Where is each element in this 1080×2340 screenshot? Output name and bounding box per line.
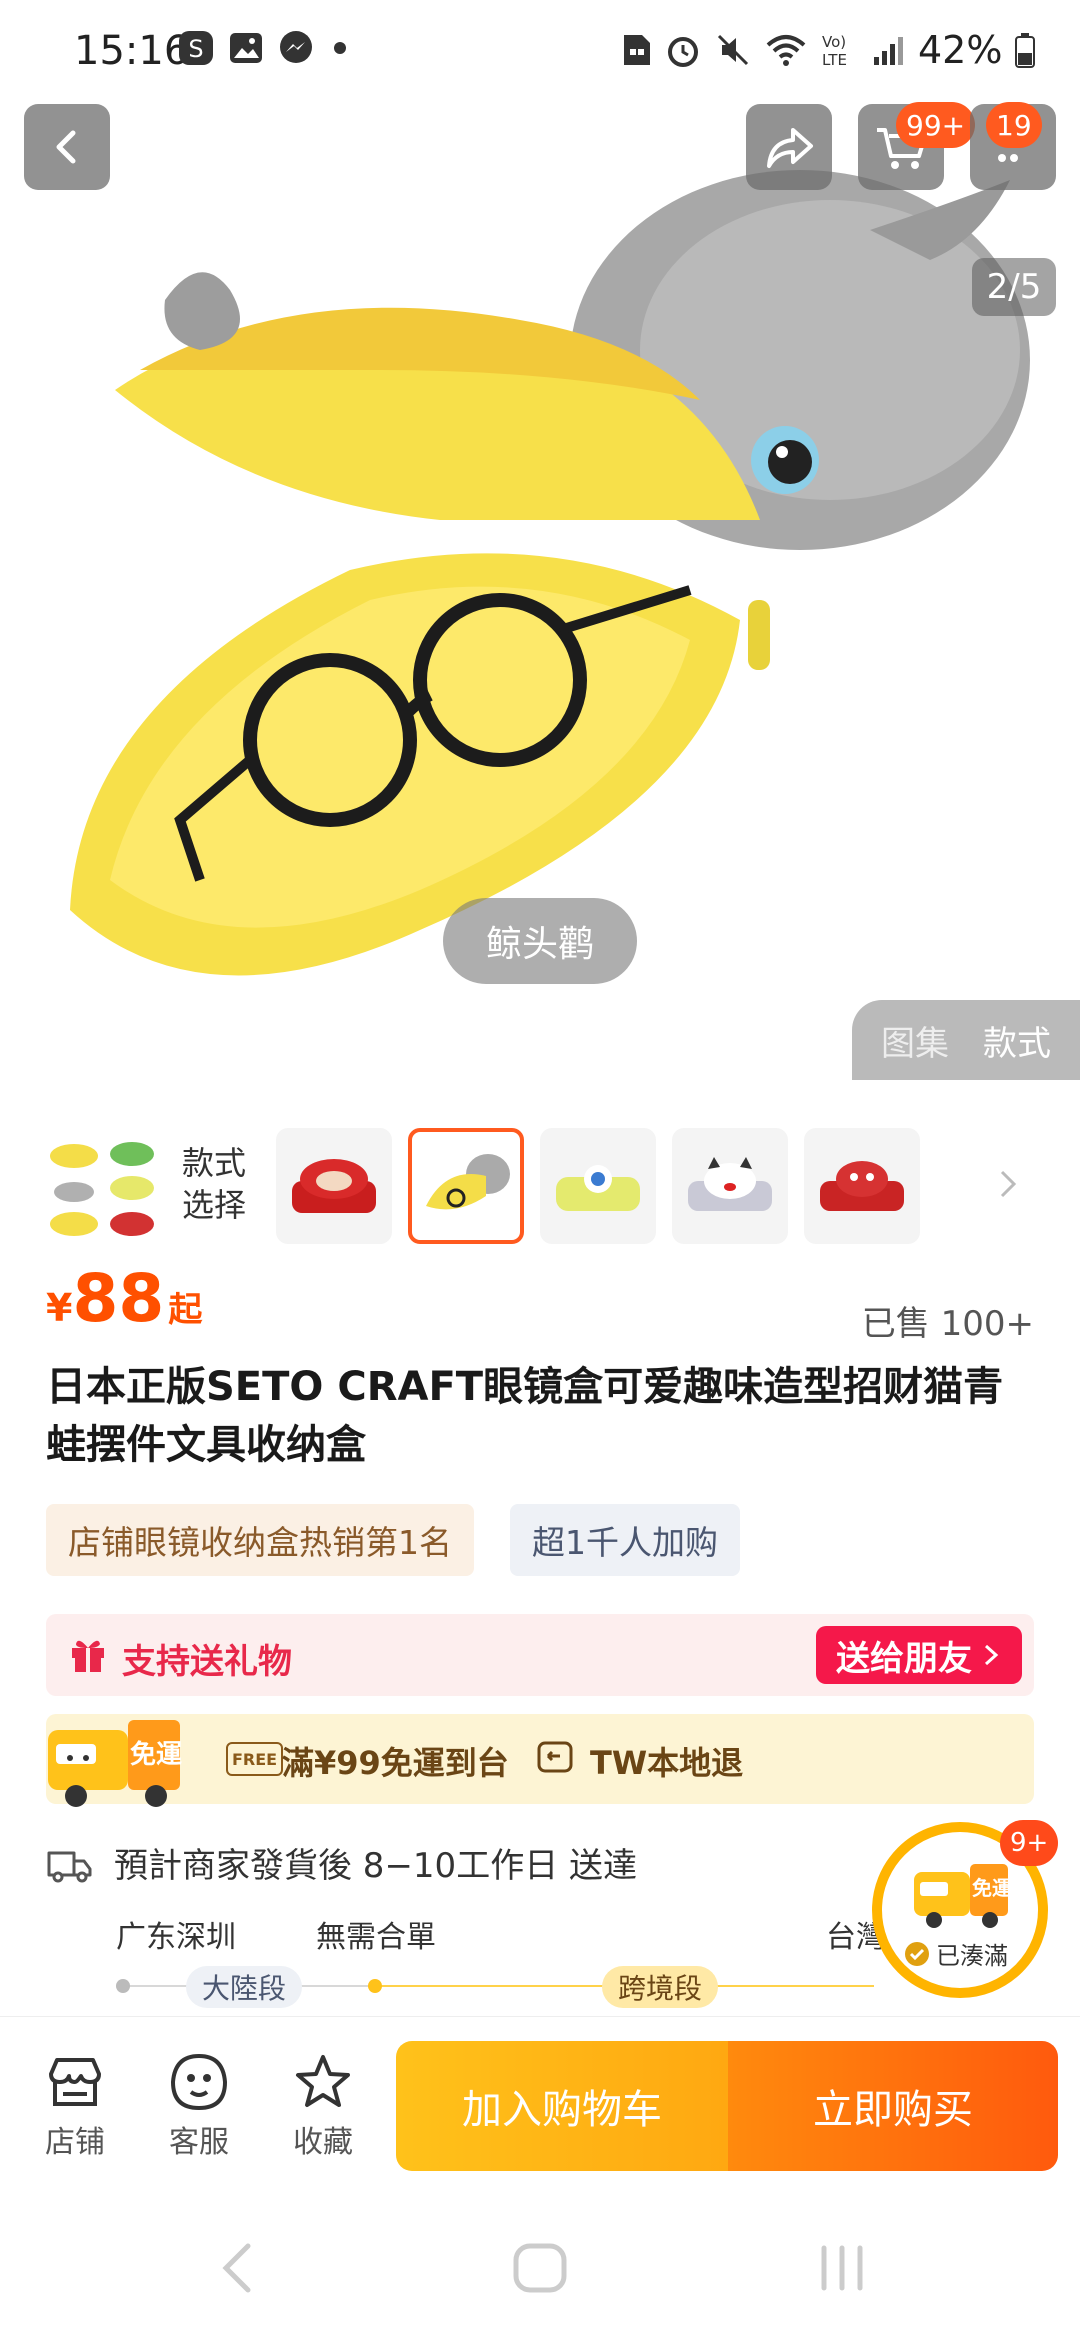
gift-bar: 支持送礼物 送给朋友 (46, 1614, 1034, 1696)
samsung-icon: S (178, 30, 214, 66)
home-nav-icon[interactable] (510, 2240, 570, 2296)
chevron-right-icon (1000, 1170, 1017, 1198)
buy-now-button[interactable]: 立即购买 (728, 2041, 1058, 2171)
segment-cross-border: 跨境段 (602, 1966, 719, 2008)
chevron-left-icon (56, 130, 76, 164)
svg-text:LTE: LTE (822, 51, 847, 69)
free-shipping-status: 已湊滿 (904, 1936, 1008, 1971)
add-to-cart-button[interactable]: 加入购物车 (396, 2041, 728, 2171)
image-caption: 鲸头鹳 (443, 898, 637, 984)
back-nav-icon[interactable] (214, 2240, 264, 2296)
sim-icon (620, 31, 652, 69)
variant-thumb-daruma[interactable] (276, 1128, 392, 1244)
variant-label-line2: 选择 (182, 1186, 247, 1224)
product-title: 日本正版SETO CRAFT眼镜盒可爱趣味造型招财猫青蛙摆件文具收纳盒 (46, 1364, 1004, 1468)
route-dot-transit (368, 1979, 382, 1993)
bottom-action-bar: 店铺 客服 收藏 加入购物车 立即购买 (0, 2016, 1080, 2187)
share-icon (767, 128, 813, 168)
variant-label-line1: 款式 (182, 1144, 247, 1182)
send-to-friend-label: 送给朋友 (836, 1638, 972, 1679)
dot-icon (328, 30, 352, 66)
image-counter: 2/5 (972, 258, 1056, 316)
variant-image (556, 1165, 640, 1211)
star-icon (278, 2047, 368, 2117)
check-circle-icon (905, 1941, 929, 1966)
route-origin: 广东深圳 (116, 1920, 236, 1955)
variant-collage-image (50, 1142, 154, 1236)
float-badge: 9+ (1000, 1820, 1059, 1866)
service-label: 客服 (169, 2125, 229, 2160)
tab-gallery[interactable]: 图集 (881, 1016, 949, 1065)
variant-thumb-monster[interactable] (540, 1128, 656, 1244)
battery-percent: 42% (918, 28, 1003, 72)
truck-label: 免運 (130, 1740, 183, 1770)
price-suffix: 起 (168, 1290, 203, 1330)
local-return-text: TW本地退 (590, 1744, 744, 1782)
delivery-truck-icon (47, 1851, 92, 1882)
wifi-icon (764, 31, 808, 69)
tab-style[interactable]: 款式 (983, 1016, 1051, 1065)
store-button[interactable]: 店铺 (30, 2047, 120, 2161)
system-navigation-bar (0, 2190, 1080, 2340)
truck-label: 免運 (972, 1876, 1012, 1900)
store-icon (30, 2047, 120, 2117)
delivery-text: 預計商家發貨後 8−10工作日 送達 (114, 1846, 637, 1886)
variant-more-button[interactable] (994, 1164, 1024, 1208)
svg-text:S: S (188, 35, 203, 63)
status-time: 15:16 (74, 28, 190, 74)
price-currency: ¥ (46, 1286, 73, 1330)
variant-thumb-dragon[interactable] (804, 1128, 920, 1244)
segment-mainland: 大陸段 (186, 1966, 303, 2008)
status-bar: 15:16 S Vo) LTE 42% (0, 0, 1080, 100)
gallery-tabs: 图集 款式 (852, 1000, 1080, 1080)
store-label: 店铺 (45, 2125, 105, 2160)
favorite-label: 收藏 (293, 2125, 353, 2160)
free-shipping-icon: FREE (226, 1742, 284, 1776)
favorite-button[interactable]: 收藏 (278, 2047, 368, 2161)
chevron-right-icon (984, 1644, 999, 1666)
shipping-bar[interactable]: 免運 FREE 滿¥99免運到台 TW本地退 (46, 1714, 1034, 1807)
variant-image (426, 1154, 510, 1210)
message-badge: 19 (986, 102, 1042, 148)
back-button[interactable] (24, 104, 110, 190)
route-dot-origin (116, 1979, 130, 1993)
variant-selector: 款式 选择 (0, 1118, 1080, 1248)
svg-text:Vo): Vo) (822, 33, 846, 51)
variant-image (820, 1161, 904, 1211)
route-no-merge: 無需合單 (316, 1920, 436, 1955)
cart-badge: 99+ (896, 102, 976, 148)
gallery-icon (228, 30, 264, 66)
variant-overview-thumb[interactable] (44, 1128, 160, 1244)
popularity-tag: 超1千人加购 (510, 1504, 740, 1576)
delivery-estimate[interactable]: 預計商家發貨後 8−10工作日 送達 (46, 1838, 637, 1887)
share-button[interactable] (746, 104, 832, 190)
mute-icon (714, 31, 752, 69)
rank-tag[interactable]: 店铺眼镜收纳盒热销第1名 (46, 1504, 474, 1576)
gift-icon (68, 1634, 108, 1678)
return-icon (536, 1738, 574, 1780)
gift-text: 支持送礼物 (122, 1642, 292, 1682)
variant-image (292, 1159, 376, 1213)
price: ¥ 88 起 (46, 1260, 202, 1337)
service-icon (154, 2047, 244, 2117)
variant-image (688, 1157, 772, 1211)
variant-label[interactable]: 款式 选择 (182, 1142, 246, 1226)
system-icons: Vo) LTE 42% (620, 28, 1036, 72)
variant-thumb-shoebill[interactable] (408, 1128, 524, 1244)
free-shipping-status-text: 已湊滿 (936, 1942, 1008, 1970)
product-image-gallery[interactable]: 99+ 19 2/5 鲸头鹳 图集 款式 (0, 100, 1080, 1080)
notification-icons: S (178, 30, 352, 66)
send-to-friend-button[interactable]: 送给朋友 (816, 1626, 1022, 1684)
price-value: 88 (72, 1260, 165, 1337)
variant-thumb-cat[interactable] (672, 1128, 788, 1244)
free-shipping-text: 滿¥99免運到台 (282, 1744, 509, 1782)
customer-service-button[interactable]: 客服 (154, 2047, 244, 2161)
volte-icon: Vo) LTE (820, 31, 860, 69)
signal-icon (872, 31, 906, 69)
battery-icon (1014, 31, 1036, 69)
sold-count: 已售 100+ (861, 1304, 1034, 1344)
alarm-icon (664, 31, 702, 69)
messenger-icon (278, 30, 314, 66)
recents-nav-icon[interactable] (812, 2240, 872, 2296)
